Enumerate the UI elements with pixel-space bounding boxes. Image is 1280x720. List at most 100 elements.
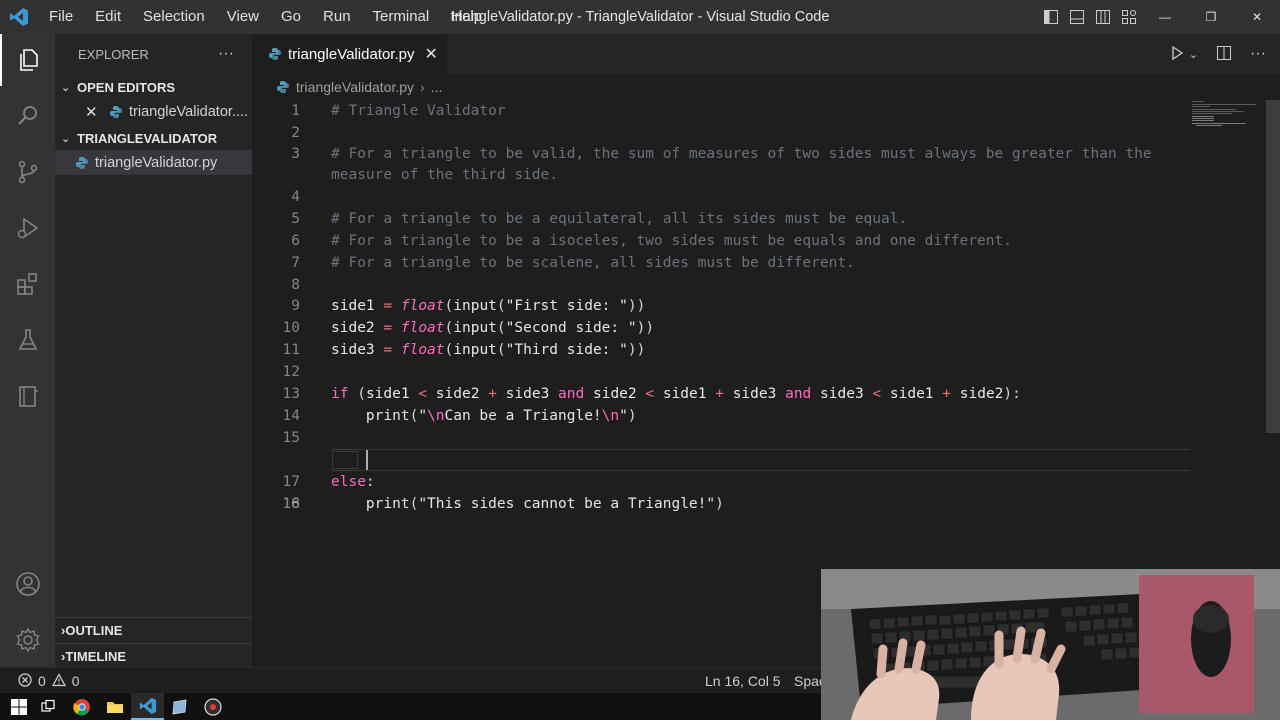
more-actions-button[interactable]: ··· [218, 45, 234, 63]
line-number: 13 [282, 386, 300, 402]
python-file-icon [268, 47, 282, 61]
project-label: TRIANGLEVALIDATOR [77, 130, 218, 146]
code-line: side3 = float(input("Third side: ")) [331, 342, 646, 358]
timeline-section[interactable]: › TIMELINE [55, 643, 252, 669]
chevron-down-icon: ⌄ [61, 81, 71, 94]
menu-file[interactable]: File [38, 0, 84, 34]
line-number: 15 [282, 430, 300, 446]
warning-icon [51, 672, 66, 690]
open-editors-label: OPEN EDITORS [77, 79, 176, 95]
line-number: 5 [291, 211, 300, 227]
code-line: print("This sides cannot be a Triangle!"… [365, 496, 724, 512]
notebook-icon[interactable] [0, 370, 55, 422]
account-icon[interactable] [0, 558, 55, 610]
code-line: print("\nCan be a Triangle!\n") [365, 408, 637, 424]
close-tab-icon[interactable]: ✕ [424, 44, 437, 64]
vscode-logo-icon [0, 0, 38, 34]
code-line: # For a triangle to be scalene, all side… [331, 255, 855, 271]
breadcrumb-more[interactable]: ... [431, 79, 443, 95]
chrome-icon[interactable] [65, 693, 98, 720]
line-number: 10 [282, 320, 300, 336]
warning-count: 0 [71, 673, 80, 689]
restore-button[interactable]: ❐ [1188, 0, 1234, 34]
run-python-file-icon[interactable] [1169, 45, 1185, 64]
chevron-down-icon: ⌄ [61, 132, 71, 145]
tab-label: triangleValidator.py [288, 45, 415, 63]
settings-gear-icon[interactable] [0, 614, 55, 666]
code-line: # For a triangle to be a isoceles, two s… [331, 233, 1012, 249]
run-debug-icon[interactable] [0, 202, 55, 254]
line-number: 6 [291, 233, 300, 249]
outline-label: OUTLINE [65, 623, 123, 638]
line-number: 17 [282, 474, 300, 490]
menu-terminal[interactable]: Terminal [362, 0, 441, 34]
code-line: # Triangle Validator [331, 103, 506, 119]
close-window-button[interactable]: ✕ [1234, 0, 1280, 34]
extensions-icon[interactable] [0, 258, 55, 310]
line-number: 14 [282, 408, 300, 424]
close-icon[interactable]: ✕ [85, 103, 109, 121]
code-line: else: [331, 474, 375, 490]
line-number: 8 [291, 277, 300, 293]
outline-section[interactable]: › OUTLINE [55, 617, 252, 643]
python-file-icon [75, 156, 89, 170]
toggle-secondary-sidebar-icon[interactable] [1090, 0, 1116, 34]
vscode-taskbar-icon[interactable] [131, 693, 164, 720]
toggle-panel-icon[interactable] [1064, 0, 1090, 34]
project-section[interactable]: ⌄ TRIANGLEVALIDATOR [55, 126, 252, 150]
timeline-label: TIMELINE [65, 649, 127, 664]
line-number: 1 [291, 103, 300, 119]
vertical-scrollbar[interactable] [1266, 100, 1280, 433]
menu-help[interactable]: Help [440, 0, 493, 34]
minimap[interactable] [1192, 100, 1262, 130]
obs-recorder-icon[interactable] [196, 693, 229, 720]
line-number: 11 [282, 342, 300, 358]
minimize-button[interactable]: — [1142, 0, 1188, 34]
split-editor-icon[interactable] [1216, 45, 1232, 64]
line-number: 18 [282, 496, 300, 512]
chevron-right-icon: › [420, 79, 425, 95]
line-number: 4 [291, 189, 300, 205]
menu-go[interactable]: Go [270, 0, 312, 34]
cursor-position[interactable]: Ln 16, Col 5 [705, 668, 781, 694]
line-number: 9 [291, 298, 300, 314]
code-line: side2 = float(input("Second side: ")) [331, 320, 655, 336]
tab-trianglevalidator[interactable]: triangleValidator.py ✕ [252, 34, 447, 74]
open-editor-item[interactable]: ✕ triangleValidator.... [55, 99, 252, 124]
chevron-down-icon[interactable]: ⌄ [1189, 48, 1198, 61]
task-view-icon[interactable] [31, 693, 64, 720]
code-line: if (side1 < side2 + side3 and side2 < si… [331, 386, 1021, 402]
file-tree-item[interactable]: triangleValidator.py [55, 150, 252, 175]
python-file-icon [276, 80, 290, 94]
file-tree-filename: triangleValidator.py [95, 154, 218, 171]
file-explorer-icon[interactable] [98, 693, 131, 720]
menu-view[interactable]: View [216, 0, 270, 34]
toggle-sidebar-icon[interactable] [1038, 0, 1064, 34]
title-bar: File Edit Selection View Go Run Terminal… [0, 0, 1280, 34]
notepad-icon[interactable] [163, 693, 196, 720]
code-line-wrapped: measure of the third side. [331, 167, 558, 183]
indent-guide [332, 451, 358, 469]
open-editors-section[interactable]: ⌄ OPEN EDITORS [55, 75, 252, 99]
explorer-icon[interactable] [0, 34, 55, 86]
problems-indicator[interactable]: 0 0 [18, 668, 80, 694]
code-line: # For a triangle to be valid, the sum of… [331, 146, 1152, 162]
line-number: 2 [291, 125, 300, 141]
more-actions-icon[interactable]: ··· [1250, 45, 1266, 63]
menu-selection[interactable]: Selection [132, 0, 216, 34]
customize-layout-icon[interactable] [1116, 0, 1142, 34]
python-file-icon [109, 105, 123, 119]
menu-edit[interactable]: Edit [84, 0, 132, 34]
text-cursor [366, 450, 368, 470]
line-number: 7 [291, 255, 300, 271]
breadcrumb-file[interactable]: triangleValidator.py [296, 79, 414, 95]
search-icon[interactable] [0, 90, 55, 142]
code-line: # For a triangle to be a equilateral, al… [331, 211, 908, 227]
explorer-sidebar: EXPLORER ··· ⌄ OPEN EDITORS ✕ triangleVa… [55, 34, 252, 667]
menu-bar: File Edit Selection View Go Run Terminal… [38, 0, 493, 34]
source-control-icon[interactable] [0, 146, 55, 198]
keyboard-hands-image [821, 569, 1280, 720]
menu-run[interactable]: Run [312, 0, 362, 34]
testing-icon[interactable] [0, 314, 55, 366]
breadcrumb: triangleValidator.py › ... [252, 74, 1280, 100]
